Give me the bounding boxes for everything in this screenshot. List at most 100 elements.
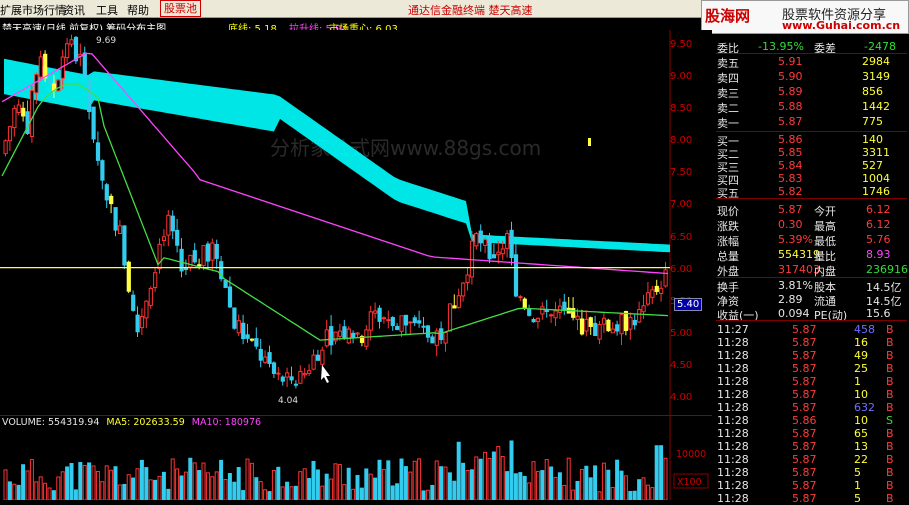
tick-time: 11:28: [717, 440, 749, 453]
candle: [175, 229, 180, 246]
candle: [535, 317, 541, 323]
stat-label: 最高: [814, 220, 836, 233]
order-ratio-row: 委比 -13.95% 委差 -2478: [716, 40, 907, 55]
volume-bar: [3, 469, 8, 500]
tick-price: 5.86: [792, 414, 817, 427]
candle: [553, 310, 558, 319]
candle: [320, 349, 325, 365]
candle: [557, 305, 563, 313]
candle: [645, 292, 651, 305]
volume-bar: [465, 470, 470, 500]
menu-extended-market[interactable]: 扩展市场行情: [0, 2, 66, 18]
candle: [377, 307, 382, 322]
volume-bar: [500, 456, 505, 500]
candle: [249, 338, 255, 341]
volume-bar: [34, 481, 39, 500]
volume-bar: [223, 479, 228, 500]
ask-volume: 775: [862, 115, 883, 128]
volume-bar: [491, 451, 496, 500]
candle: [417, 320, 422, 324]
volume-bar: [320, 485, 325, 500]
candle: [236, 320, 241, 334]
candlestick-chart[interactable]: 分析家公式网www.88gs.com 9.69 4.04: [0, 30, 712, 415]
volume-bar: [439, 466, 444, 500]
candle: [144, 300, 149, 319]
volume-bar: [43, 482, 48, 500]
candle: [47, 79, 52, 84]
high-mark: 9.69: [96, 36, 116, 46]
candle: [122, 225, 127, 266]
candle: [606, 319, 611, 332]
volume-bar: [293, 485, 298, 500]
candle: [641, 305, 646, 313]
volume-bar: [201, 462, 206, 500]
menu-news[interactable]: 资讯: [63, 2, 85, 18]
candle: [43, 53, 48, 79]
volume-bar: [148, 479, 153, 500]
candle: [593, 322, 598, 336]
candle: [623, 310, 629, 331]
stat-value: 0.30: [778, 218, 803, 231]
volume-bar: [487, 457, 492, 500]
candle: [386, 319, 391, 322]
volume-bar: [403, 466, 408, 500]
volume-bar: [381, 468, 386, 500]
candle: [487, 236, 492, 260]
volume-bar: [588, 477, 593, 500]
tick-volume: 22: [854, 453, 868, 466]
candle: [619, 314, 624, 335]
candle: [562, 301, 567, 311]
tick-side: B: [886, 375, 894, 388]
volume-bar: [628, 491, 633, 500]
volume-bar: [342, 484, 347, 500]
menu-help[interactable]: 帮助: [127, 2, 149, 18]
menu-tools[interactable]: 工具: [96, 2, 118, 18]
candle: [324, 329, 329, 347]
volume-bar: [461, 462, 466, 500]
candle: [650, 289, 655, 298]
tick-side: B: [886, 466, 894, 479]
volume-value: VOLUME: 554319.94: [2, 417, 100, 428]
price-axis-label: 7.00: [670, 199, 693, 211]
bid-row: 买四 5.83 1004: [716, 172, 907, 187]
volume-bar: [131, 477, 136, 500]
candle: [289, 376, 294, 381]
tick-time: 11:28: [717, 388, 749, 401]
volume-bar: [144, 467, 149, 500]
volume-bar: [663, 457, 668, 500]
candle: [395, 326, 400, 331]
volume-bar: [584, 465, 589, 500]
volume-bar: [298, 471, 303, 500]
candle: [183, 268, 189, 271]
candle: [421, 325, 426, 328]
volume-bar: [183, 471, 188, 500]
volume-bar: [645, 484, 650, 500]
tick-price: 5.87: [792, 323, 817, 336]
candle: [3, 140, 8, 155]
volume-bar: [518, 472, 523, 500]
volume-bar: [399, 458, 404, 500]
candle: [201, 245, 206, 267]
tick-price: 5.87: [792, 388, 817, 401]
volume-bar: [478, 458, 483, 500]
candle: [601, 317, 607, 325]
volume-bar: [593, 465, 598, 500]
ask-label: 卖五: [717, 57, 739, 70]
volume-bar: [359, 487, 364, 500]
tick-row: 11:28 5.87 65 B: [716, 427, 907, 440]
tick-price: 5.87: [792, 375, 817, 388]
bid-volume: 1004: [862, 172, 890, 185]
volume-bar: [175, 468, 180, 500]
candle: [368, 311, 373, 331]
bid-price: 5.82: [778, 185, 803, 198]
volume-bar: [408, 471, 413, 500]
candle: [95, 142, 101, 161]
candle: [82, 52, 87, 78]
menu-stock-pool[interactable]: 股票池: [160, 0, 201, 17]
tick-volume: 16: [854, 336, 868, 349]
order-diff-value: -2478: [864, 40, 896, 53]
tick-volume: 13: [854, 440, 868, 453]
candle: [399, 315, 404, 332]
current-price-tag: 5.40: [674, 298, 703, 311]
candle: [461, 282, 466, 297]
